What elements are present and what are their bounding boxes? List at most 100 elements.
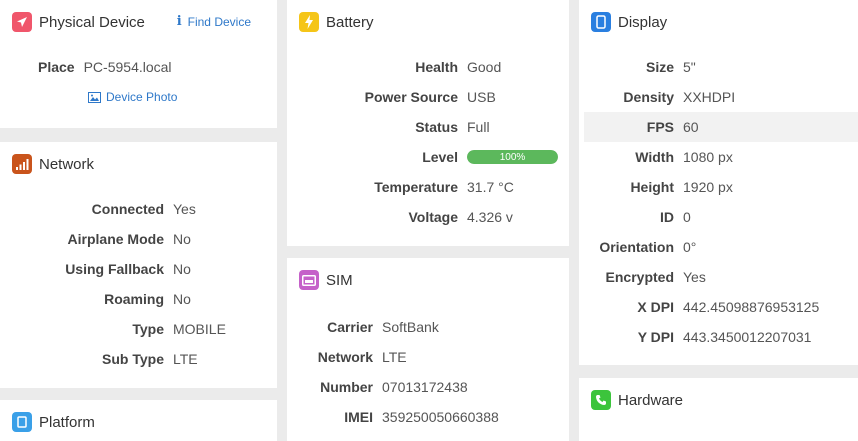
display-row-x-dpi: X DPI 442.45098876953125 xyxy=(579,296,819,318)
platform-icon xyxy=(12,412,32,432)
physical-device-header: Physical Device xyxy=(12,12,145,32)
network-row-connected: Connected Yes xyxy=(0,198,196,220)
display-card: Display Size 5" Density XXHDPI FPS 60 Width 108… xyxy=(579,0,858,365)
sim-row-carrier: Carrier SoftBank xyxy=(287,316,439,338)
lightning-icon xyxy=(299,12,319,32)
battery-card: Battery Health Good Power Source USB Status F… xyxy=(287,0,569,246)
place-label: Place xyxy=(38,59,75,75)
row-label: Sub Type xyxy=(102,351,164,367)
display-row-density: Density XXHDPI xyxy=(579,86,735,108)
row-label: Height xyxy=(630,179,674,195)
network-row-using-fallback: Using Fallback No xyxy=(0,258,191,280)
place-value: PC-5954.local xyxy=(83,59,172,75)
row-label: Status xyxy=(415,119,458,135)
platform-card: Platform xyxy=(0,400,277,441)
find-device-link[interactable]: i Find Device xyxy=(177,14,251,29)
row-label: Level xyxy=(422,149,458,165)
battery-row-level: Level 100% xyxy=(287,146,558,168)
card-title: Hardware xyxy=(618,391,684,409)
device-photo-link[interactable]: Device Photo xyxy=(88,90,177,104)
physical-device-card: Physical Device i Find Device Place PC-5… xyxy=(0,0,277,128)
display-row-y-dpi: Y DPI 443.3450012207031 xyxy=(579,326,812,348)
row-value: 4.326 v xyxy=(467,209,513,225)
network-row-roaming: Roaming No xyxy=(0,288,191,310)
image-icon xyxy=(88,91,101,103)
row-value: SoftBank xyxy=(382,319,439,335)
device-photo-label: Device Photo xyxy=(106,90,178,104)
row-label: Width xyxy=(635,149,674,165)
row-value: LTE xyxy=(173,351,198,367)
card-title: Network xyxy=(39,155,95,173)
row-value: No xyxy=(173,291,191,307)
row-label: ID xyxy=(660,209,674,225)
row-value: 1080 px xyxy=(683,149,733,165)
row-value: MOBILE xyxy=(173,321,226,337)
row-value: 442.45098876953125 xyxy=(683,299,820,315)
hardware-header: Hardware xyxy=(591,390,683,410)
row-value: 5" xyxy=(683,59,696,75)
display-row-width: Width 1080 px xyxy=(579,146,733,168)
sim-card: SIM Carrier SoftBank Network LTE Number 07013… xyxy=(287,258,569,441)
row-label: Carrier xyxy=(327,319,373,335)
card-title: Display xyxy=(618,13,668,31)
battery-row-temperature: Temperature 31.7 °C xyxy=(287,176,514,198)
row-label: FPS xyxy=(646,119,674,135)
phone-handset-icon xyxy=(591,390,611,410)
phone-icon xyxy=(591,12,611,32)
row-value: 07013172438 xyxy=(382,379,468,395)
row-value: 443.3450012207031 xyxy=(683,329,812,345)
row-label: X DPI xyxy=(637,299,674,315)
battery-level-bar: 100% xyxy=(467,150,558,164)
battery-row-power-source: Power Source USB xyxy=(287,86,496,108)
row-value: LTE xyxy=(382,349,407,365)
row-value: XXHDPI xyxy=(683,89,736,105)
row-value: Full xyxy=(467,119,490,135)
row-label: Type xyxy=(132,321,164,337)
info-icon: i xyxy=(176,14,182,29)
row-label: Roaming xyxy=(104,291,164,307)
row-value: 1920 px xyxy=(683,179,733,195)
row-label: Encrypted xyxy=(605,269,674,285)
card-title: SIM xyxy=(326,271,353,289)
card-title: Platform xyxy=(39,413,95,431)
row-label: IMEI xyxy=(344,409,373,425)
battery-row-status: Status Full xyxy=(287,116,490,138)
row-value: 31.7 °C xyxy=(467,179,514,195)
row-value: 0° xyxy=(683,239,697,255)
row-value: 60 xyxy=(683,119,699,135)
row-value: 0 xyxy=(683,209,691,225)
row-label: Airplane Mode xyxy=(67,231,164,247)
card-title: Battery xyxy=(326,13,374,31)
row-label: Connected xyxy=(91,201,164,217)
row-label: Density xyxy=(623,89,674,105)
row-value: No xyxy=(173,231,191,247)
display-row-encrypted: Encrypted Yes xyxy=(579,266,706,288)
row-label: Temperature xyxy=(374,179,458,195)
sim-header: SIM xyxy=(299,270,353,290)
find-device-label: Find Device xyxy=(187,14,251,29)
row-value: Yes xyxy=(173,201,196,217)
row-label: Y DPI xyxy=(637,329,674,345)
hardware-card: Hardware xyxy=(579,378,858,441)
network-row-type: Type MOBILE xyxy=(0,318,226,340)
row-value: 359250050660388 xyxy=(382,409,499,425)
row-label: Orientation xyxy=(599,239,674,255)
battery-header: Battery xyxy=(299,12,374,32)
network-header: Network xyxy=(12,154,94,174)
row-value: No xyxy=(173,261,191,277)
network-row-sub-type: Sub Type LTE xyxy=(0,348,198,370)
display-row-fps: FPS 60 xyxy=(579,116,699,138)
row-label: Size xyxy=(645,59,674,75)
row-label: Voltage xyxy=(408,209,458,225)
sim-row-number: Number 07013172438 xyxy=(287,376,468,398)
card-title: Physical Device xyxy=(39,13,145,31)
platform-header: Platform xyxy=(12,412,95,432)
network-card: Network Connected Yes Airplane Mode No Using… xyxy=(0,142,277,388)
battery-row-voltage: Voltage 4.326 v xyxy=(287,206,513,228)
sim-card-icon xyxy=(299,270,319,290)
row-value: Good xyxy=(467,59,502,75)
sim-row-imei: IMEI 359250050660388 xyxy=(287,406,499,428)
row-label: Health xyxy=(415,59,458,75)
display-header: Display xyxy=(591,12,667,32)
sim-row-network: Network LTE xyxy=(287,346,407,368)
